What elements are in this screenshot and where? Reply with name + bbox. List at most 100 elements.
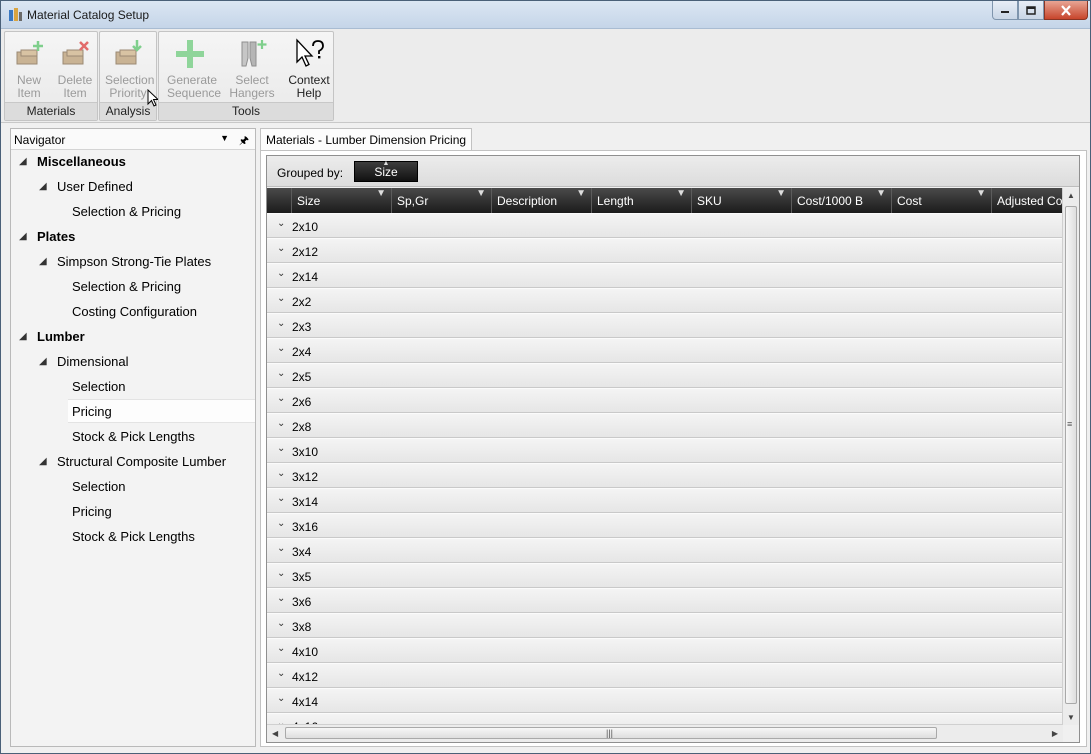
chevron-down-icon[interactable]: ⌄ bbox=[277, 418, 285, 429]
chevron-down-icon[interactable]: ⌄ bbox=[277, 468, 285, 479]
group-row[interactable]: ⌄ 2x14 bbox=[267, 263, 1063, 288]
filter-icon[interactable]: ▼ bbox=[576, 189, 586, 199]
group-chip-size[interactable]: ▲ Size bbox=[354, 160, 418, 182]
group-row[interactable]: ⌄ 2x6 bbox=[267, 388, 1063, 413]
maximize-button[interactable] bbox=[1018, 1, 1044, 20]
filter-icon[interactable]: ▼ bbox=[876, 189, 886, 199]
expand-triangle-icon[interactable]: ◢ bbox=[19, 325, 27, 349]
expand-triangle-icon[interactable]: ◢ bbox=[19, 225, 27, 249]
column-header-sku[interactable]: SKU ▼ bbox=[691, 188, 791, 213]
column-header-description[interactable]: Description ▼ bbox=[491, 188, 591, 213]
scroll-left-icon[interactable]: ◀ bbox=[272, 729, 278, 738]
group-row[interactable]: ⌄ 2x8 bbox=[267, 413, 1063, 438]
chevron-down-icon[interactable]: ⌄ bbox=[277, 693, 285, 704]
pin-icon[interactable]: 🖈 bbox=[239, 132, 249, 151]
group-row[interactable]: ⌄ 4x14 bbox=[267, 688, 1063, 713]
new-item-button[interactable]: New Item bbox=[6, 34, 52, 102]
nav-item-selection[interactable]: Selection bbox=[72, 475, 125, 499]
nav-item-stock-pick-lengths[interactable]: Stock & Pick Lengths bbox=[72, 425, 195, 449]
scroll-down-icon[interactable]: ▼ bbox=[1067, 713, 1075, 722]
chevron-down-icon[interactable]: ⌄ bbox=[277, 543, 285, 554]
nav-item-pricing[interactable]: Pricing bbox=[72, 500, 112, 524]
filter-icon[interactable]: ▼ bbox=[376, 189, 386, 199]
expand-triangle-icon[interactable]: ◢ bbox=[19, 150, 27, 174]
column-header-sp-gr[interactable]: Sp,Gr ▼ bbox=[391, 188, 491, 213]
group-row[interactable]: ⌄ 3x12 bbox=[267, 463, 1063, 488]
chevron-down-icon[interactable]: ⌄ bbox=[277, 243, 285, 254]
chevron-down-icon[interactable]: ⌄ bbox=[277, 393, 285, 404]
column-header-size[interactable]: Size ▼ bbox=[291, 188, 391, 213]
nav-item-user-defined[interactable]: ◢ User Defined bbox=[39, 175, 133, 199]
select-hangers-button[interactable]: Select Hangers bbox=[229, 34, 275, 102]
nav-item-pricing-selected[interactable]: Pricing bbox=[68, 399, 255, 423]
chevron-down-icon[interactable]: ⌄ bbox=[277, 518, 285, 529]
group-row[interactable]: ⌄ 3x8 bbox=[267, 613, 1063, 638]
chevron-down-icon[interactable]: ⌄ bbox=[277, 368, 285, 379]
delete-item-button[interactable]: Delete Item bbox=[52, 34, 98, 102]
chevron-down-icon[interactable]: ⌄ bbox=[277, 318, 285, 329]
vertical-scrollbar[interactable]: ▲ ≡ ▼ bbox=[1062, 188, 1079, 725]
filter-icon[interactable]: ▼ bbox=[476, 189, 486, 199]
chevron-down-icon[interactable]: ⌄ bbox=[277, 643, 285, 654]
group-row[interactable]: ⌄ 3x4 bbox=[267, 538, 1063, 563]
group-row[interactable]: ⌄ 2x5 bbox=[267, 363, 1063, 388]
group-row[interactable]: ⌄ 2x10 bbox=[267, 213, 1063, 238]
close-button[interactable] bbox=[1044, 1, 1088, 20]
horizontal-scrollbar[interactable]: ◀ ||| ▶ bbox=[267, 724, 1063, 742]
chevron-down-icon[interactable]: ⌄ bbox=[277, 293, 285, 304]
nav-item-plates[interactable]: ◢ Plates bbox=[19, 225, 75, 249]
group-row[interactable]: ⌄ 3x5 bbox=[267, 563, 1063, 588]
filter-icon[interactable]: ▼ bbox=[976, 189, 986, 199]
minimize-button[interactable] bbox=[992, 1, 1018, 20]
expand-triangle-icon[interactable]: ◢ bbox=[39, 250, 47, 274]
column-header-length[interactable]: Length ▼ bbox=[591, 188, 691, 213]
chevron-down-icon[interactable]: ⌄ bbox=[277, 268, 285, 279]
scroll-right-icon[interactable]: ▶ bbox=[1052, 729, 1058, 738]
vertical-scroll-thumb[interactable]: ≡ bbox=[1065, 206, 1077, 704]
filter-icon[interactable]: ▼ bbox=[676, 189, 686, 199]
horizontal-scroll-thumb[interactable]: ||| bbox=[285, 727, 937, 739]
expand-triangle-icon[interactable]: ◢ bbox=[39, 175, 47, 199]
group-row[interactable]: ⌄ 3x16 bbox=[267, 513, 1063, 538]
group-row[interactable]: ⌄ 3x10 bbox=[267, 438, 1063, 463]
chevron-down-icon[interactable]: ⌄ bbox=[277, 343, 285, 354]
group-row[interactable]: ⌄ 4x10 bbox=[267, 638, 1063, 663]
chevron-down-icon[interactable]: ⌄ bbox=[277, 493, 285, 504]
nav-item-costing-configuration[interactable]: Costing Configuration bbox=[72, 300, 197, 324]
nav-item-lumber[interactable]: ◢ Lumber bbox=[19, 325, 85, 349]
nav-item-selection-pricing[interactable]: Selection & Pricing bbox=[72, 200, 181, 224]
filter-icon[interactable]: ▼ bbox=[776, 189, 786, 199]
column-header-cost[interactable]: Cost ▼ bbox=[891, 188, 991, 213]
nav-item-selection[interactable]: Selection bbox=[72, 375, 125, 399]
nav-item-stock-pick-lengths[interactable]: Stock & Pick Lengths bbox=[72, 525, 195, 549]
column-header-adjusted-cost[interactable]: Adjusted Co bbox=[991, 188, 1063, 213]
context-help-button[interactable]: Context Help bbox=[286, 34, 332, 102]
nav-item-miscellaneous[interactable]: ◢ Miscellaneous bbox=[19, 150, 126, 174]
nav-item-selection-pricing[interactable]: Selection & Pricing bbox=[72, 275, 181, 299]
chevron-down-icon[interactable]: ⌄ bbox=[277, 443, 285, 454]
expand-triangle-icon[interactable]: ◢ bbox=[39, 350, 47, 374]
group-row[interactable]: ⌄ 3x6 bbox=[267, 588, 1063, 613]
nav-item-structural-composite-lumber[interactable]: ◢ Structural Composite Lumber bbox=[39, 450, 226, 474]
chevron-down-icon[interactable]: ⌄ bbox=[277, 568, 285, 579]
nav-item-dimensional[interactable]: ◢ Dimensional bbox=[39, 350, 129, 374]
selection-priority-button[interactable]: Selection Priority bbox=[105, 34, 154, 102]
nav-item-simpson-plates[interactable]: ◢ Simpson Strong-Tie Plates bbox=[39, 250, 211, 274]
group-row[interactable]: ⌄ 2x3 bbox=[267, 313, 1063, 338]
chevron-down-icon[interactable]: ⌄ bbox=[277, 618, 285, 629]
group-row[interactable]: ⌄ 2x2 bbox=[267, 288, 1063, 313]
chevron-down-icon[interactable]: ⌄ bbox=[277, 593, 285, 604]
title-bar[interactable]: Material Catalog Setup bbox=[1, 1, 1090, 29]
expand-triangle-icon[interactable]: ◢ bbox=[39, 450, 47, 474]
group-row[interactable]: ⌄ 2x4 bbox=[267, 338, 1063, 363]
group-row[interactable]: ⌄ 3x14 bbox=[267, 488, 1063, 513]
generate-sequence-button[interactable]: Generate Sequence bbox=[167, 34, 221, 102]
chevron-down-icon[interactable]: ▼ bbox=[220, 133, 229, 143]
group-row[interactable]: ⌄ 4x12 bbox=[267, 663, 1063, 688]
group-row[interactable]: ⌄ 2x12 bbox=[267, 238, 1063, 263]
chevron-down-icon[interactable]: ⌄ bbox=[277, 668, 285, 679]
chevron-down-icon[interactable]: ⌄ bbox=[277, 218, 285, 229]
scroll-up-icon[interactable]: ▲ bbox=[1067, 191, 1075, 200]
document-tab[interactable]: Materials - Lumber Dimension Pricing bbox=[260, 128, 473, 150]
column-header-cost-per-1000[interactable]: Cost/1000 B ▼ bbox=[791, 188, 891, 213]
